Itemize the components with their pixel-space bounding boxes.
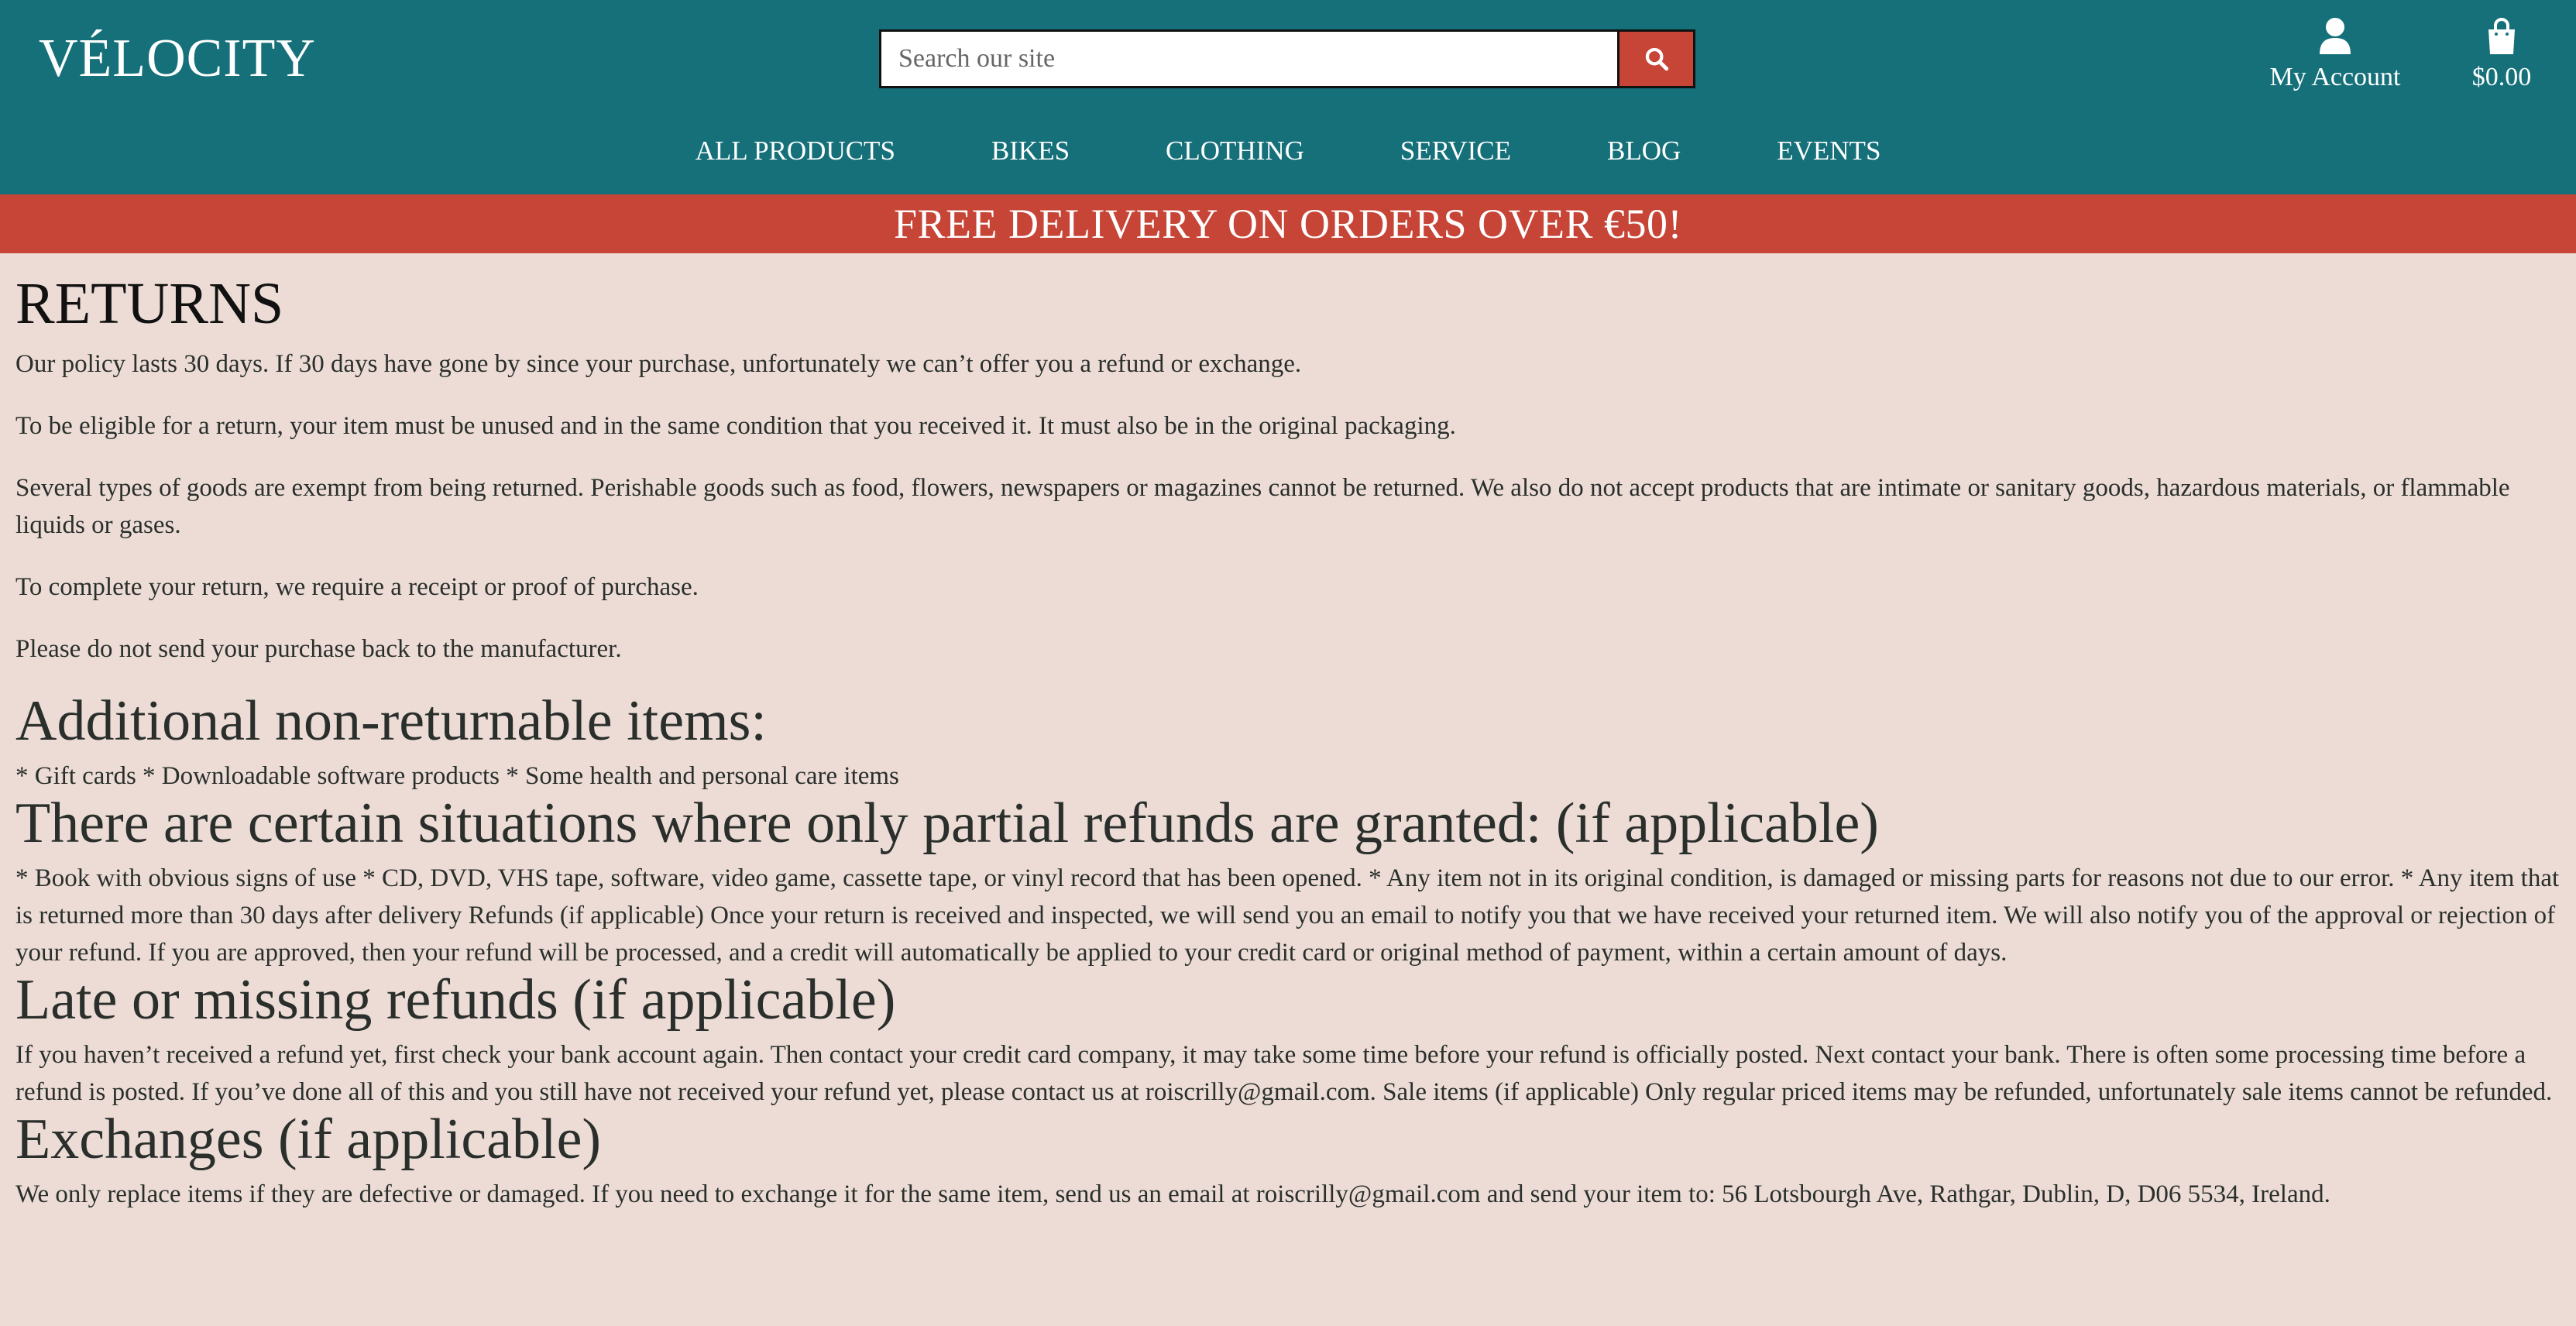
my-account-link[interactable]: My Account — [2254, 17, 2416, 93]
policy-paragraph: To complete your return, we require a re… — [15, 573, 699, 601]
cart-link[interactable]: $0.00 — [2455, 17, 2548, 93]
site-logo[interactable]: VÉLOCITY — [39, 28, 316, 90]
policy-paragraph: Several types of goods are exempt from b… — [15, 474, 2510, 539]
search-icon — [1645, 47, 1668, 71]
section-text: * Book with obvious signs of use * CD, D… — [15, 864, 2560, 967]
search-button[interactable] — [1617, 32, 1693, 86]
my-account-label: My Account — [2269, 63, 2401, 91]
search-bar — [879, 29, 1695, 88]
section-heading: There are certain situations where only … — [15, 792, 1879, 855]
section-text: If you haven’t received a refund yet, fi… — [15, 1041, 2553, 1106]
nav-clothing[interactable]: CLOTHING — [1166, 132, 1304, 170]
policy-paragraph: To be eligible for a return, your item m… — [15, 412, 1456, 440]
shopping-bag-icon — [2488, 18, 2515, 54]
promo-banner: FREE DELIVERY ON ORDERS OVER €50! — [0, 194, 2576, 253]
main-nav: ALL PRODUCTS BIKES CLOTHING SERVICE BLOG… — [0, 132, 2576, 170]
nav-events[interactable]: EVENTS — [1777, 132, 1880, 170]
policy-paragraph: Please do not send your purchase back to… — [15, 635, 622, 663]
search-input[interactable] — [881, 32, 1617, 86]
returns-content: RETURNS Our policy lasts 30 days. If 30 … — [15, 265, 2564, 1213]
nav-blog[interactable]: BLOG — [1607, 132, 1681, 170]
page-title: RETURNS — [15, 271, 284, 336]
nav-service[interactable]: SERVICE — [1400, 132, 1511, 170]
nav-all-products[interactable]: ALL PRODUCTS — [696, 132, 895, 170]
policy-paragraph: Our policy lasts 30 days. If 30 days hav… — [15, 350, 1302, 378]
section-text: We only replace items if they are defect… — [15, 1180, 2330, 1208]
nav-bikes[interactable]: BIKES — [991, 132, 1070, 170]
site-header: VÉLOCITY My Account $0.00 — [0, 0, 2576, 194]
section-heading: Additional non-returnable items: — [15, 689, 767, 753]
cart-total: $0.00 — [2471, 63, 2532, 91]
section-heading: Exchanges (if applicable) — [15, 1108, 602, 1171]
user-icon — [2320, 18, 2351, 54]
section-heading: Late or missing refunds (if applicable) — [15, 968, 896, 1032]
